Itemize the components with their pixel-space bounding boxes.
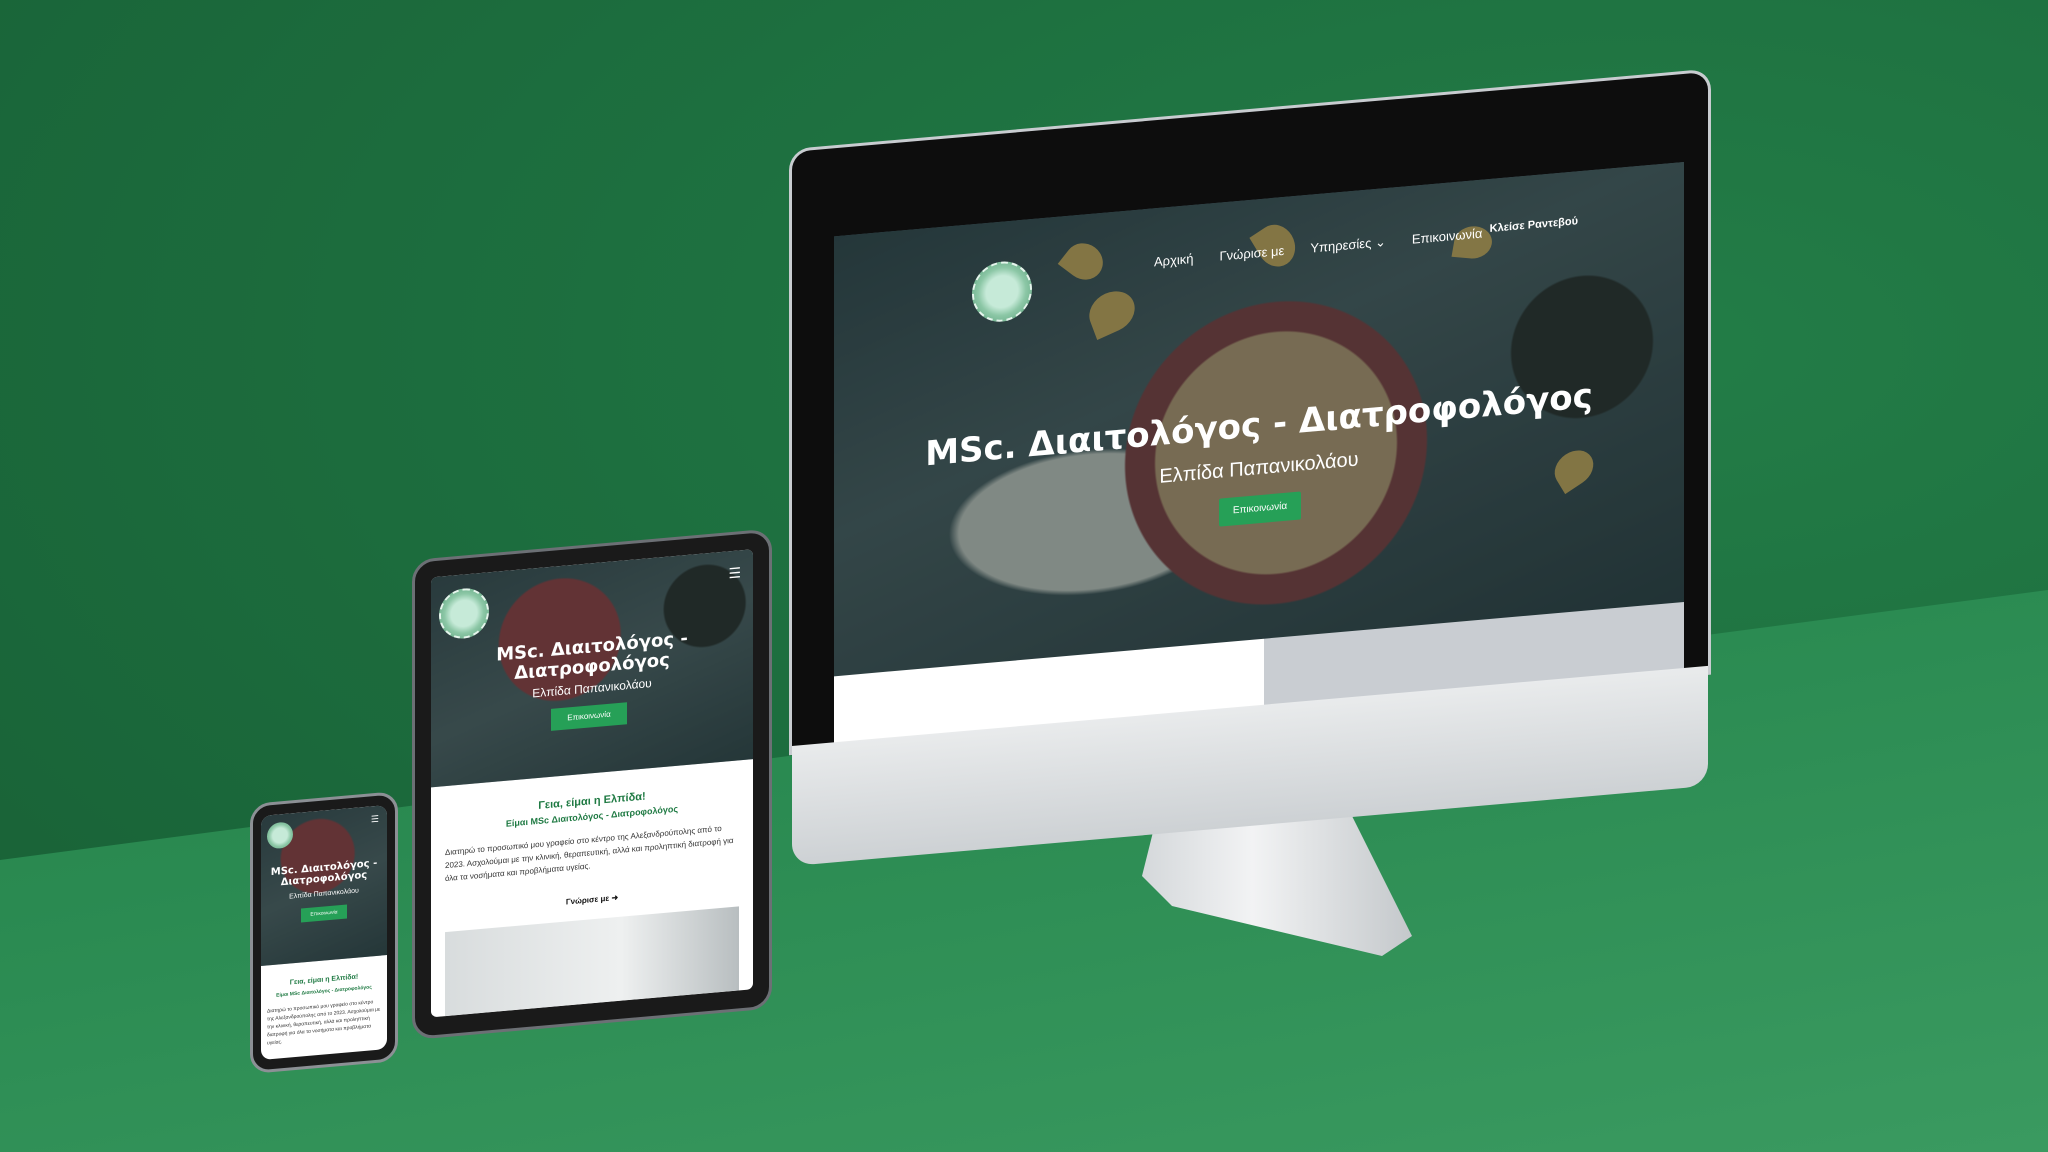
phone-intro-text: Διατηρώ το προσωπικό μου γραφείο στο κέν… [267,999,381,1047]
hamburger-menu-icon[interactable]: ☰ [728,564,741,582]
phone-screen: ☰ MSc. Διαιτολόγος - Διατροφολόγος Ελπίδ… [261,805,387,1061]
imac-screen: Αρχική Γνώρισε με Υπηρεσίες ⌄ Επικοινωνί… [834,161,1684,757]
imac-body: Αρχική Γνώρισε με Υπηρεσίες ⌄ Επικοινωνί… [792,25,1717,876]
tablet-body: ☰ MSc. Διαιτολόγος - Διατροφολόγος Ελπίδ… [412,528,772,1040]
tablet-about-link-label: Γνώρισε με [565,893,610,907]
imac-bezel: Αρχική Γνώρισε με Υπηρεσίες ⌄ Επικοινωνί… [792,71,1708,757]
hamburger-menu-icon[interactable]: ☰ [371,814,379,826]
tablet-screen: ☰ MSc. Διαιτολόγος - Διατροφολόγος Ελπίδ… [431,549,753,1018]
imac-mockup: Αρχική Γνώρισε με Υπηρεσίες ⌄ Επικοινωνί… [792,71,1717,956]
tablet-office-image [445,906,739,1017]
arrow-right-icon: ➜ [611,892,619,903]
phone-body: ☰ MSc. Διαιτολόγος - Διατροφολόγος Ελπίδ… [250,791,398,1074]
phone-mockup: ☰ MSc. Διαιτολόγος - Διατροφολόγος Ελπίδ… [250,791,398,1074]
chevron-down-icon: ⌄ [1375,234,1386,250]
tablet-mockup: ☰ MSc. Διαιτολόγος - Διατροφολόγος Ελπίδ… [412,528,772,1040]
apple-logo-icon [1230,744,1270,793]
